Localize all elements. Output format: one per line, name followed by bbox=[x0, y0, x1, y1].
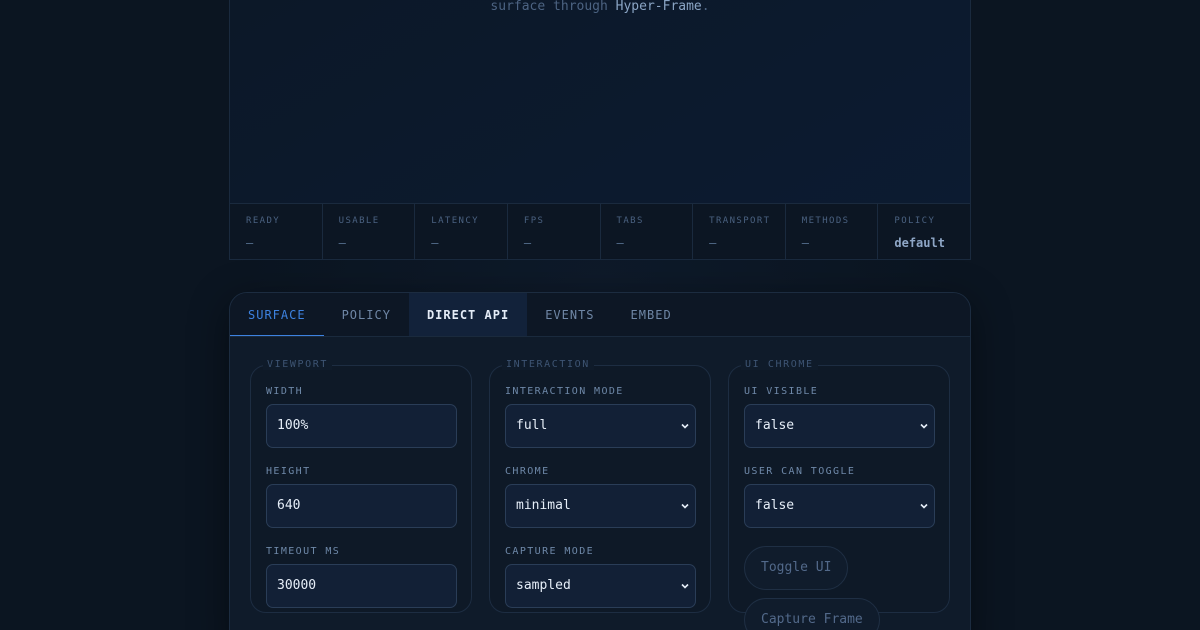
user-can-toggle-label: USER CAN TOGGLE bbox=[744, 466, 856, 477]
stat-value: — bbox=[801, 236, 809, 250]
height-input[interactable]: 640 bbox=[266, 484, 457, 528]
chevron-down-icon bbox=[681, 503, 689, 509]
select-value: false bbox=[755, 418, 795, 433]
group-legend: VIEWPORT bbox=[263, 359, 332, 370]
stat-label: METHODS bbox=[801, 216, 850, 226]
stat-label: TABS bbox=[616, 216, 644, 226]
settings-panel: SURFACE POLICY DIRECT API EVENTS EMBED V… bbox=[229, 292, 971, 630]
chrome-label: CHROME bbox=[505, 466, 550, 477]
stat-fps: FPS — bbox=[508, 204, 601, 259]
chevron-down-icon bbox=[681, 583, 689, 589]
stat-label: POLICY bbox=[894, 216, 936, 226]
stat-label: TRANSPORT bbox=[709, 216, 771, 226]
interaction-mode-select[interactable]: full bbox=[505, 404, 696, 448]
preview-surface[interactable]: surface through Hyper-Frame. bbox=[229, 0, 971, 204]
chevron-down-icon bbox=[920, 503, 928, 509]
stat-label: READY bbox=[246, 216, 281, 226]
toggle-ui-button[interactable]: Toggle UI bbox=[744, 546, 849, 590]
chevron-down-icon bbox=[920, 423, 928, 429]
stat-transport: TRANSPORT — bbox=[693, 204, 786, 259]
stat-value: — bbox=[523, 236, 532, 250]
stat-label: LATENCY bbox=[431, 216, 479, 226]
select-value: false bbox=[755, 498, 795, 513]
tab-policy[interactable]: POLICY bbox=[324, 293, 409, 336]
stat-value: — bbox=[616, 236, 624, 250]
capture-mode-label: CAPTURE MODE bbox=[505, 546, 595, 557]
interaction-group: INTERACTION INTERACTION MODE full CHROME… bbox=[489, 359, 711, 613]
group-legend: INTERACTION bbox=[502, 359, 594, 370]
user-can-toggle-select[interactable]: false bbox=[744, 484, 935, 528]
ui-visible-label: UI VISIBLE bbox=[744, 386, 819, 397]
stat-tabs: TABS — bbox=[601, 204, 694, 259]
tab-bar: SURFACE POLICY DIRECT API EVENTS EMBED bbox=[230, 293, 970, 337]
select-value: full bbox=[516, 418, 548, 433]
interaction-mode-label: INTERACTION MODE bbox=[505, 386, 624, 397]
select-value: minimal bbox=[516, 498, 571, 513]
select-value: sampled bbox=[516, 578, 571, 593]
stat-value: — bbox=[246, 236, 254, 250]
capture-frame-button[interactable]: Capture Frame bbox=[744, 598, 880, 630]
caption-text: surface through bbox=[490, 0, 616, 14]
stat-ready: READY — bbox=[230, 204, 323, 259]
tab-events[interactable]: EVENTS bbox=[527, 293, 612, 336]
stats-bar: READY — USABLE — LATENCY — FPS — TABS — … bbox=[229, 203, 971, 260]
stat-label: FPS bbox=[523, 216, 545, 226]
viewport-group: VIEWPORT WIDTH 100% HEIGHT 640 TIMEOUT M… bbox=[250, 359, 472, 613]
stat-value: — bbox=[431, 236, 439, 250]
width-label: WIDTH bbox=[266, 386, 304, 397]
caption-period: . bbox=[701, 0, 710, 14]
chevron-down-icon bbox=[681, 423, 689, 429]
capture-mode-select[interactable]: sampled bbox=[505, 564, 696, 608]
tab-surface[interactable]: SURFACE bbox=[230, 293, 324, 336]
stat-methods: METHODS — bbox=[786, 204, 879, 259]
timeout-input[interactable]: 30000 bbox=[266, 564, 457, 608]
stat-value: — bbox=[709, 236, 717, 250]
chrome-select[interactable]: minimal bbox=[505, 484, 696, 528]
stat-usable: USABLE — bbox=[323, 204, 416, 259]
stat-latency: LATENCY — bbox=[415, 204, 508, 259]
tab-direct-api[interactable]: DIRECT API bbox=[408, 293, 528, 336]
timeout-label: TIMEOUT MS bbox=[266, 546, 341, 557]
ui-visible-select[interactable]: false bbox=[744, 404, 935, 448]
width-input[interactable]: 100% bbox=[266, 404, 457, 448]
ui-chrome-group: UI CHROME UI VISIBLE false USER CAN TOGG… bbox=[728, 359, 950, 630]
group-legend: UI CHROME bbox=[741, 359, 818, 370]
settings-groups: VIEWPORT WIDTH 100% HEIGHT 640 TIMEOUT M… bbox=[250, 359, 950, 630]
tab-embed[interactable]: EMBED bbox=[613, 293, 690, 336]
stat-policy: POLICY default bbox=[878, 204, 970, 259]
surface-caption: surface through Hyper-Frame. bbox=[230, 0, 970, 18]
height-label: HEIGHT bbox=[266, 466, 311, 477]
stat-value: — bbox=[338, 236, 346, 250]
caption-highlight: Hyper-Frame bbox=[615, 0, 702, 14]
stat-label: USABLE bbox=[338, 216, 380, 226]
stat-value: default bbox=[894, 236, 945, 250]
